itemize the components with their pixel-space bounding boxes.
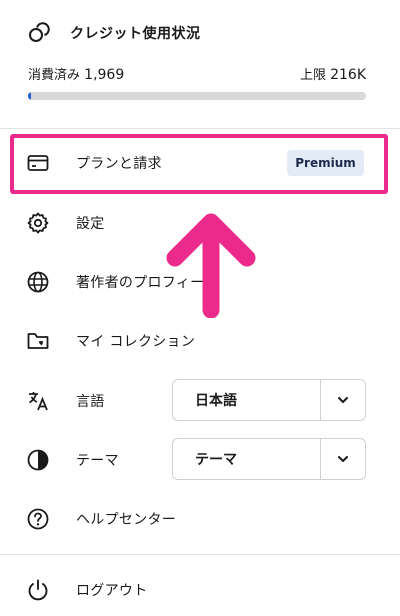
translate-icon xyxy=(29,392,48,411)
used-amount: 消費済み 1,969 xyxy=(28,64,124,83)
plan-billing-label: プランと請求 xyxy=(76,156,162,172)
settings-label: 設定 xyxy=(76,216,105,232)
contrast-icon xyxy=(27,449,49,471)
limit-value: 216K xyxy=(330,67,366,83)
folder-heart-icon xyxy=(27,333,49,349)
usage-row: 消費済み 1,969 上限 216K xyxy=(28,64,366,84)
power-icon xyxy=(28,579,48,601)
theme-dropdown-button[interactable] xyxy=(321,439,365,479)
menu-item-help-center[interactable]: ヘルプセンター xyxy=(0,494,400,544)
menu-item-my-collections[interactable]: マイ コレクション xyxy=(0,316,400,366)
globe-icon xyxy=(27,271,49,293)
up-arrow-annotation xyxy=(166,213,256,318)
theme-label: テーマ xyxy=(76,453,119,469)
used-label: 消費済み xyxy=(28,68,81,83)
premium-badge: Premium xyxy=(287,150,364,176)
help-icon xyxy=(27,508,49,530)
menu-item-logout[interactable]: ログアウト xyxy=(0,566,400,614)
gear-icon xyxy=(27,212,49,234)
credit-title: クレジット使用状況 xyxy=(70,26,201,42)
theme-select-value: テーマ xyxy=(195,452,237,468)
language-dropdown-button[interactable] xyxy=(321,380,365,420)
credit-progress-fill xyxy=(28,92,32,100)
divider xyxy=(0,128,400,129)
coins-icon xyxy=(29,22,50,42)
my-collections-label: マイ コレクション xyxy=(76,334,196,350)
used-value: 1,969 xyxy=(84,67,125,83)
limit-label: 上限 xyxy=(299,68,326,83)
help-center-label: ヘルプセンター xyxy=(76,512,177,528)
credit-usage-section: クレジット使用状況 消費済み 1,969 上限 216K xyxy=(0,0,400,128)
credit-header: クレジット使用状況 xyxy=(28,22,201,44)
credit-progress-bar xyxy=(28,92,366,100)
language-select[interactable]: 日本語 xyxy=(172,379,366,421)
chevron-down-icon xyxy=(338,397,348,403)
limit-amount: 上限 216K xyxy=(300,64,366,83)
theme-select[interactable]: テーマ xyxy=(172,438,366,480)
language-label: 言語 xyxy=(76,394,105,410)
language-select-value: 日本語 xyxy=(195,393,237,409)
divider xyxy=(0,554,400,555)
logout-label: ログアウト xyxy=(76,583,148,599)
credit-card-icon xyxy=(27,155,49,171)
chevron-down-icon xyxy=(338,456,348,462)
